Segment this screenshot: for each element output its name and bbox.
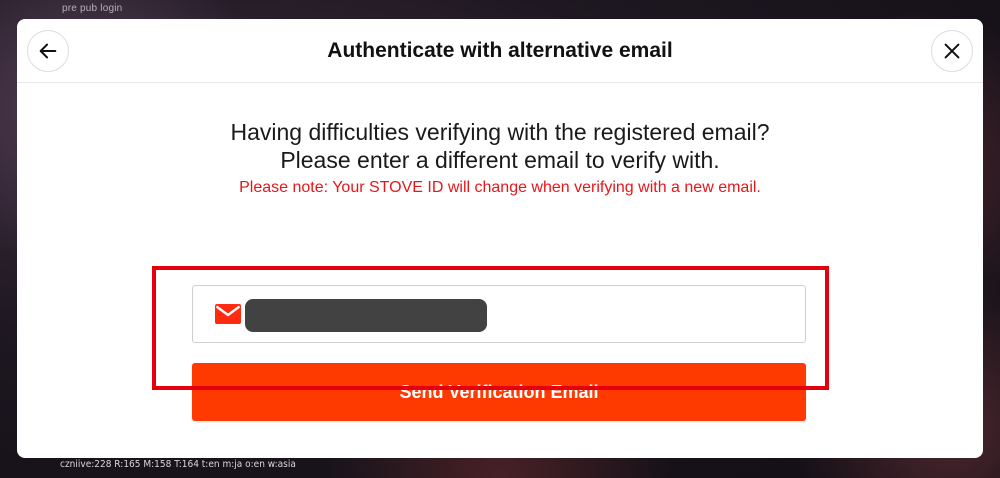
modal-header: Authenticate with alternative email bbox=[17, 19, 983, 83]
instruction-line-2: Please enter a different email to verify… bbox=[280, 147, 720, 173]
close-button[interactable] bbox=[931, 30, 973, 72]
background-tag: pre pub login bbox=[62, 3, 123, 14]
modal-title: Authenticate with alternative email bbox=[327, 38, 673, 62]
email-field[interactable] bbox=[192, 285, 806, 343]
warning-note: Please note: Your STOVE ID will change w… bbox=[239, 179, 761, 196]
back-button[interactable] bbox=[27, 30, 69, 72]
debug-info: czniive:228 R:165 M:158 T:164 t:en m:ja … bbox=[60, 459, 296, 470]
modal-content: Having difficulties verifying with the r… bbox=[17, 83, 983, 457]
mail-icon bbox=[215, 304, 241, 324]
arrow-left-icon bbox=[39, 43, 57, 59]
instruction-line-1: Having difficulties verifying with the r… bbox=[230, 119, 770, 145]
close-icon bbox=[944, 43, 960, 59]
instruction-text: Having difficulties verifying with the r… bbox=[17, 118, 983, 174]
auth-modal: Authenticate with alternative email Havi… bbox=[17, 19, 983, 458]
send-verification-email-button[interactable]: Send Verification Email bbox=[192, 363, 806, 421]
email-value-redacted[interactable] bbox=[245, 299, 487, 332]
